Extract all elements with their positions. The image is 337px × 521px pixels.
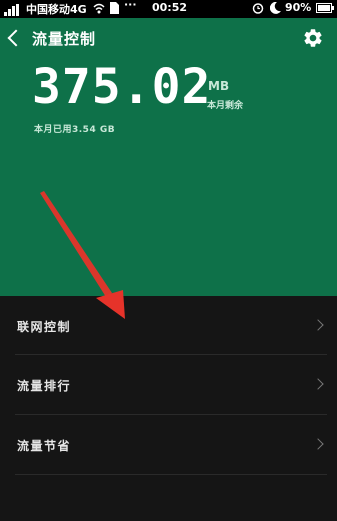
menu-item-data-ranking[interactable]: 流量排行 xyxy=(15,355,327,415)
remaining-data-unit: MB xyxy=(208,79,230,93)
page-title: 流量控制 xyxy=(32,30,97,48)
back-arrow-icon[interactable] xyxy=(7,29,25,47)
more-notifications-icon: ··· xyxy=(124,0,137,11)
moon-icon xyxy=(270,2,281,14)
wifi-icon xyxy=(93,3,105,14)
remaining-data-value: 375.02 xyxy=(32,59,212,115)
alarm-icon xyxy=(252,3,264,14)
chevron-right-icon xyxy=(312,319,324,331)
chevron-right-icon xyxy=(312,378,324,390)
gear-icon[interactable] xyxy=(302,27,324,49)
battery-icon xyxy=(316,3,334,13)
menu-item-label: 流量节省 xyxy=(17,439,72,453)
battery-percent: 90% xyxy=(285,1,312,14)
signal-icon xyxy=(4,4,22,16)
menu-item-network-control[interactable]: 联网控制 xyxy=(15,296,327,355)
used-data-label: 本月已用3.54 GB xyxy=(34,125,116,135)
usage-header-panel: 流量控制 375.02 MB 本月剩余 本月已用3.54 GB xyxy=(0,18,337,296)
status-time: 00:52 xyxy=(152,1,188,14)
menu-item-data-saving[interactable]: 流量节省 xyxy=(15,415,327,475)
chevron-right-icon xyxy=(312,438,324,450)
settings-menu: 联网控制 流量排行 流量节省 xyxy=(0,296,337,475)
menu-item-label: 联网控制 xyxy=(17,320,72,334)
status-bar: 中国移动4G ··· 00:52 90% xyxy=(0,0,337,18)
remaining-data-label: 本月剩余 xyxy=(207,101,244,111)
menu-item-label: 流量排行 xyxy=(17,379,72,393)
sim-card-icon xyxy=(110,2,119,14)
carrier-label: 中国移动4G xyxy=(26,3,87,16)
